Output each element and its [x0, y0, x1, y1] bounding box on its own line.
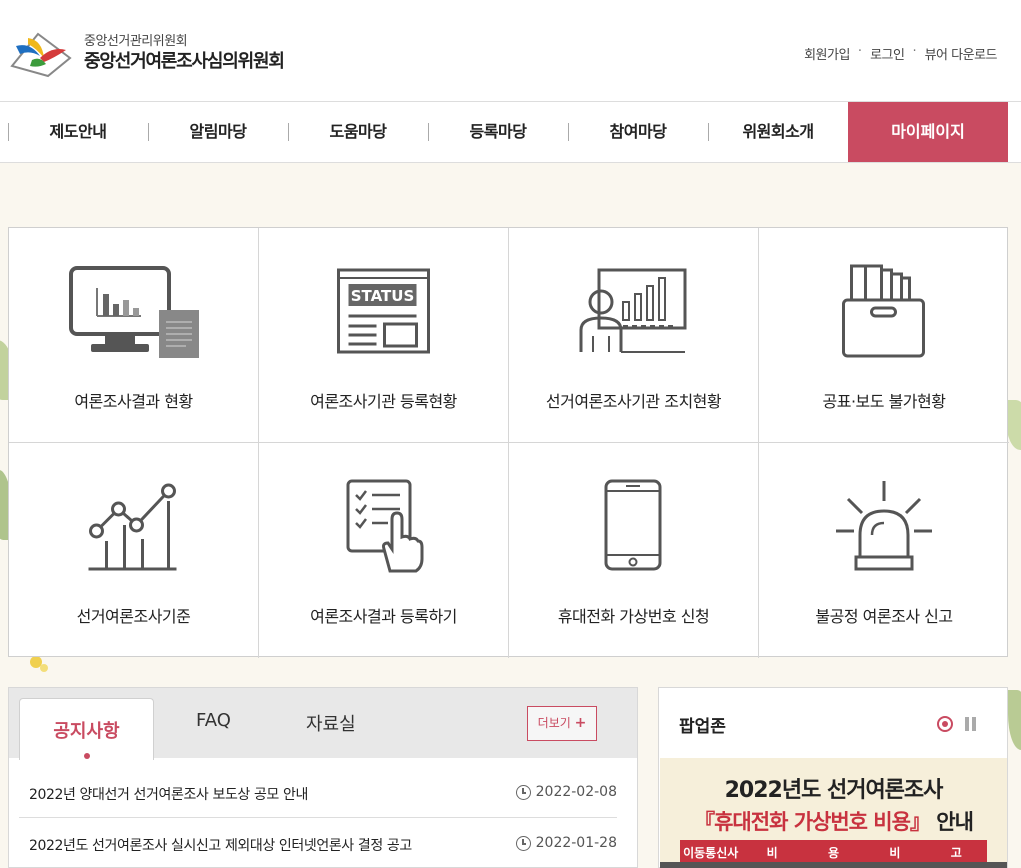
board-tab-bar: 공지사항 FAQ 자료실 더보기 +	[9, 688, 637, 760]
tab-notice[interactable]: 공지사항	[19, 698, 154, 760]
signup-link[interactable]: 회원가입	[804, 44, 850, 63]
banner-scrollbar	[660, 862, 1007, 868]
site-header: 중앙선거관리위원회 중앙선거여론조사심의위원회 회원가입 · 로그인 · 뷰어 …	[0, 0, 1021, 101]
quick-menu-item[interactable]: 불공정 여론조사 신고	[759, 443, 1009, 658]
quick-menu-label: 선거여론조사기준	[76, 607, 191, 626]
tab-label: 공지사항	[53, 721, 120, 742]
status-board-icon: STATUS	[336, 268, 430, 354]
util-separator: ·	[912, 44, 917, 59]
banner-tail: 안내	[929, 810, 974, 834]
notice-row[interactable]: 2022년도 선거여론조사 실시신고 제외대상 인터넷언론사 결정 공고 202…	[19, 819, 617, 868]
org-title: 중앙선거여론조사심의위원회	[84, 51, 285, 72]
quick-menu-item[interactable]: 공표·보도 불가현황	[759, 228, 1009, 443]
svg-text:STATUS: STATUS	[350, 287, 414, 305]
popup-play-icon[interactable]	[937, 716, 953, 732]
nav-item-register[interactable]: 등록마당	[428, 102, 568, 162]
more-button[interactable]: 더보기 +	[527, 706, 597, 741]
leaf-decoration	[1008, 690, 1021, 750]
quick-menu-label: 선거여론조사기관 조치현황	[545, 392, 722, 411]
nav-item-help[interactable]: 도움마당	[288, 102, 428, 162]
util-separator: ·	[857, 44, 863, 59]
banner-headline: 2022년도 선거여론조사	[724, 778, 944, 803]
quick-menu-label: 여론조사결과 현황	[74, 392, 193, 411]
quick-menu-label: 여론조사기관 등록현황	[310, 392, 457, 411]
notice-board: 공지사항 FAQ 자료실 더보기 + 2022년 양대선거 선거여론조사 보도상…	[8, 687, 638, 868]
quick-menu-item[interactable]: 휴대전화 가상번호 신청	[509, 443, 759, 658]
quick-menu-item[interactable]: STATUS 여론조사기관 등록현황	[259, 228, 509, 443]
notice-title: 2022년 양대선거 선거여론조사 보도상 공모 안내	[29, 787, 308, 803]
quick-menu-item[interactable]: 여론조사결과 등록하기	[259, 443, 509, 658]
popup-zone: 팝업존 2022년도 선거여론조사 『휴대전화 가상번호 비용』 안내 이동통신…	[658, 687, 1008, 868]
quick-menu-item[interactable]: 여론조사결과 현황	[9, 228, 259, 443]
quick-menu-grid: 여론조사결과 현황 STATUS 여론조사기관 등록현황 선거여론조사기관 조치…	[8, 227, 1009, 658]
banner-subheadline: 『휴대전화 가상번호 비용』 안내	[660, 806, 1007, 836]
main-nav: 제도안내 알림마당 도움마당 등록마당 참여마당 위원회소개 마이페이지	[0, 101, 1021, 163]
flower-decoration	[40, 664, 48, 672]
active-tab-indicator	[84, 753, 90, 759]
utility-links: 회원가입 · 로그인 · 뷰어 다운로드	[804, 44, 997, 63]
quick-menu-item[interactable]: 선거여론조사기준	[9, 443, 259, 658]
clock-icon	[515, 835, 531, 851]
tab-archive[interactable]: 자료실	[306, 710, 356, 736]
nav-item-system-guide[interactable]: 제도안내	[8, 102, 148, 162]
popup-pause-icon[interactable]	[964, 717, 978, 731]
banner-highlight: 『휴대전화 가상번호 비용』	[694, 810, 931, 834]
viewer-download-link[interactable]: 뷰어 다운로드	[925, 44, 998, 63]
quick-menu-label: 여론조사결과 등록하기	[310, 607, 457, 626]
document-box-icon	[842, 264, 925, 358]
notice-date: 2022-02-08	[515, 784, 617, 800]
monitor-chart-icon	[68, 266, 199, 358]
nav-item-notice[interactable]: 알림마당	[148, 102, 288, 162]
plus-icon: +	[574, 715, 587, 731]
notice-date-text: 2022-02-08	[535, 784, 617, 800]
clock-icon	[515, 784, 531, 800]
line-chart-icon	[88, 483, 176, 571]
popup-banner[interactable]: 2022년도 선거여론조사 『휴대전화 가상번호 비용』 안내 이동통신사 비 …	[660, 758, 1007, 868]
presenter-chart-icon	[579, 268, 686, 353]
logo-emblem-icon	[10, 32, 72, 78]
notice-title: 2022년도 선거여론조사 실시신고 제외대상 인터넷언론사 결정 공고	[29, 838, 412, 854]
alarm-siren-icon	[836, 481, 932, 571]
quick-menu-label: 불공정 여론조사 신고	[815, 607, 953, 626]
quick-menu-label: 공표·보도 불가현황	[822, 392, 946, 411]
popup-zone-title: 팝업존	[679, 717, 726, 737]
notice-date: 2022-01-28	[515, 835, 617, 851]
tab-faq[interactable]: FAQ	[196, 710, 231, 731]
site-logo[interactable]: 중앙선거관리위원회 중앙선거여론조사심의위원회	[8, 28, 285, 78]
nav-item-committee[interactable]: 위원회소개	[708, 102, 848, 162]
login-link[interactable]: 로그인	[870, 44, 905, 63]
notice-date-text: 2022-01-28	[535, 835, 617, 851]
nav-item-mypage[interactable]: 마이페이지	[848, 102, 1008, 162]
quick-menu-label: 휴대전화 가상번호 신청	[557, 607, 710, 626]
org-subtitle: 중앙선거관리위원회	[84, 34, 188, 49]
checklist-touch-icon	[346, 479, 423, 573]
quick-menu-item[interactable]: 선거여론조사기관 조치현황	[509, 228, 759, 443]
more-label: 더보기	[537, 716, 571, 730]
mobile-phone-icon	[604, 479, 661, 571]
notice-row[interactable]: 2022년 양대선거 선거여론조사 보도상 공모 안내 2022-02-08	[19, 768, 617, 818]
nav-item-participate[interactable]: 참여마당	[568, 102, 708, 162]
